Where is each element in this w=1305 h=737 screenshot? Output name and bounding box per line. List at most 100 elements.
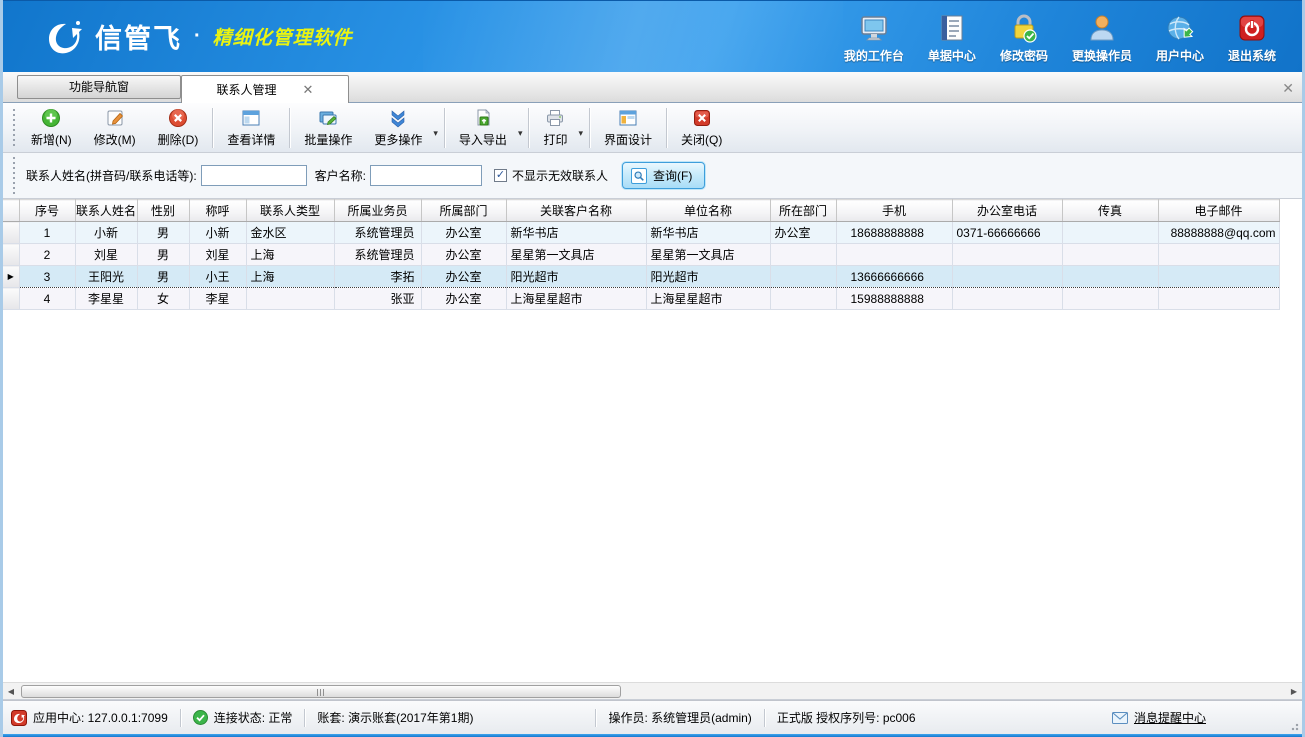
search-button[interactable]: 查询(F) — [622, 162, 705, 189]
cell[interactable]: 办公室 — [421, 266, 506, 288]
contact-name-input[interactable] — [201, 165, 307, 186]
column-header[interactable]: 性别 — [137, 200, 189, 222]
column-header[interactable]: 关联客户名称 — [506, 200, 646, 222]
cell[interactable] — [770, 244, 836, 266]
cell[interactable] — [770, 288, 836, 310]
cell[interactable]: 男 — [137, 222, 189, 244]
column-header[interactable]: 电子邮件 — [1158, 200, 1279, 222]
cell[interactable]: 88888888@qq.com — [1158, 222, 1279, 244]
toolbar-drag-handle[interactable] — [11, 109, 16, 147]
nav-my-workbench[interactable]: 我的工作台 — [832, 7, 916, 72]
table-row[interactable]: 1小新男小新金水区系统管理员办公室新华书店新华书店办公室186888888880… — [3, 222, 1279, 244]
cell[interactable]: 新华书店 — [506, 222, 646, 244]
table-row[interactable]: 2刘星男刘星上海系统管理员办公室星星第一文具店星星第一文具店 — [3, 244, 1279, 266]
cell[interactable] — [1062, 266, 1158, 288]
cell[interactable]: 李星 — [189, 288, 246, 310]
nav-user-center[interactable]: 用户中心 — [1144, 7, 1216, 72]
cell[interactable]: 上海星星超市 — [506, 288, 646, 310]
column-header[interactable]: 联系人类型 — [246, 200, 334, 222]
filterbar-drag-handle[interactable] — [11, 157, 16, 195]
cell[interactable]: 男 — [137, 244, 189, 266]
resize-grip[interactable] — [1289, 721, 1299, 731]
cell[interactable]: 3 — [19, 266, 75, 288]
cell[interactable]: 新华书店 — [646, 222, 770, 244]
cell[interactable] — [836, 244, 952, 266]
cell[interactable]: 小新 — [75, 222, 137, 244]
cell[interactable]: 13666666666 — [836, 266, 952, 288]
cell[interactable]: 办公室 — [421, 288, 506, 310]
cell[interactable]: 办公室 — [421, 222, 506, 244]
column-header[interactable]: 所属部门 — [421, 200, 506, 222]
cell[interactable]: 金水区 — [246, 222, 334, 244]
cell[interactable]: 刘星 — [189, 244, 246, 266]
cell[interactable] — [246, 288, 334, 310]
cell[interactable] — [770, 266, 836, 288]
row-indicator[interactable] — [3, 288, 19, 310]
column-header[interactable]: 序号 — [19, 200, 75, 222]
column-header[interactable]: 联系人姓名 — [75, 200, 137, 222]
batch-operations-button[interactable]: 批量操作 — [293, 105, 363, 151]
more-operations-button[interactable]: 更多操作 — [363, 105, 433, 151]
scroll-left-icon[interactable]: ◀ — [3, 683, 19, 700]
cell[interactable]: 刘星 — [75, 244, 137, 266]
tabstrip-close-icon[interactable]: ✕ — [1282, 80, 1294, 97]
import-export-button[interactable]: 导入导出 — [448, 105, 518, 151]
edit-button[interactable]: 修改(M) — [83, 105, 147, 151]
cell[interactable] — [1158, 288, 1279, 310]
column-header[interactable]: 传真 — [1062, 200, 1158, 222]
checkbox-icon[interactable] — [494, 169, 507, 182]
cell[interactable] — [1062, 244, 1158, 266]
cell[interactable]: 李拓 — [334, 266, 421, 288]
row-indicator[interactable] — [3, 244, 19, 266]
cell[interactable]: 小新 — [189, 222, 246, 244]
import-export-dropdown-caret[interactable]: ▾ — [518, 116, 523, 139]
cell[interactable] — [952, 244, 1062, 266]
cell[interactable]: 星星第一文具店 — [646, 244, 770, 266]
column-header[interactable]: 单位名称 — [646, 200, 770, 222]
row-indicator[interactable]: ▶ — [3, 266, 19, 288]
message-center-link[interactable]: 消息提醒中心 — [1100, 709, 1296, 726]
table-row[interactable]: 4李星星女李星张亚办公室上海星星超市上海星星超市15988888888 — [3, 288, 1279, 310]
print-button[interactable]: 打印 — [532, 105, 578, 151]
nav-exit-system[interactable]: 退出系统 — [1216, 7, 1288, 72]
ui-design-button[interactable]: 界面设计 — [593, 105, 663, 151]
cell[interactable]: 18688888888 — [836, 222, 952, 244]
cell[interactable]: 李星星 — [75, 288, 137, 310]
nav-change-password[interactable]: 修改密码 — [988, 7, 1060, 72]
add-button[interactable]: 新增(N) — [20, 105, 83, 151]
column-header[interactable]: 称呼 — [189, 200, 246, 222]
cell[interactable] — [952, 288, 1062, 310]
cell[interactable]: 小王 — [189, 266, 246, 288]
cell[interactable]: 阳光超市 — [506, 266, 646, 288]
cell[interactable]: 系统管理员 — [334, 222, 421, 244]
cell[interactable] — [1062, 288, 1158, 310]
cell[interactable]: 1 — [19, 222, 75, 244]
tab-function-nav[interactable]: 功能导航窗 — [17, 75, 181, 99]
cell[interactable]: 15988888888 — [836, 288, 952, 310]
cell[interactable] — [952, 266, 1062, 288]
cell[interactable]: 办公室 — [421, 244, 506, 266]
delete-button[interactable]: 删除(D) — [147, 105, 210, 151]
table-row[interactable]: ▶3王阳光男小王上海李拓办公室阳光超市阳光超市13666666666 — [3, 266, 1279, 288]
cell[interactable]: 4 — [19, 288, 75, 310]
print-dropdown-caret[interactable]: ▾ — [578, 116, 583, 139]
more-dropdown-caret[interactable]: ▾ — [433, 116, 438, 139]
hide-invalid-contacts-toggle[interactable]: 不显示无效联系人 — [494, 167, 608, 184]
cell[interactable]: 女 — [137, 288, 189, 310]
scrollbar-thumb[interactable] — [21, 685, 621, 698]
cell[interactable]: 2 — [19, 244, 75, 266]
column-header[interactable]: 所属业务员 — [334, 200, 421, 222]
cell[interactable]: 王阳光 — [75, 266, 137, 288]
column-header[interactable]: 手机 — [836, 200, 952, 222]
scroll-right-icon[interactable]: ▶ — [1286, 683, 1302, 700]
cell[interactable] — [1158, 244, 1279, 266]
cell[interactable]: 上海 — [246, 266, 334, 288]
cell[interactable]: 张亚 — [334, 288, 421, 310]
cell[interactable]: 上海星星超市 — [646, 288, 770, 310]
cell[interactable]: 上海 — [246, 244, 334, 266]
cell[interactable]: 系统管理员 — [334, 244, 421, 266]
cell[interactable] — [1062, 222, 1158, 244]
view-detail-button[interactable]: 查看详情 — [216, 105, 286, 151]
column-header[interactable]: 所在部门 — [770, 200, 836, 222]
horizontal-scrollbar[interactable]: ◀ ▶ — [3, 682, 1302, 699]
